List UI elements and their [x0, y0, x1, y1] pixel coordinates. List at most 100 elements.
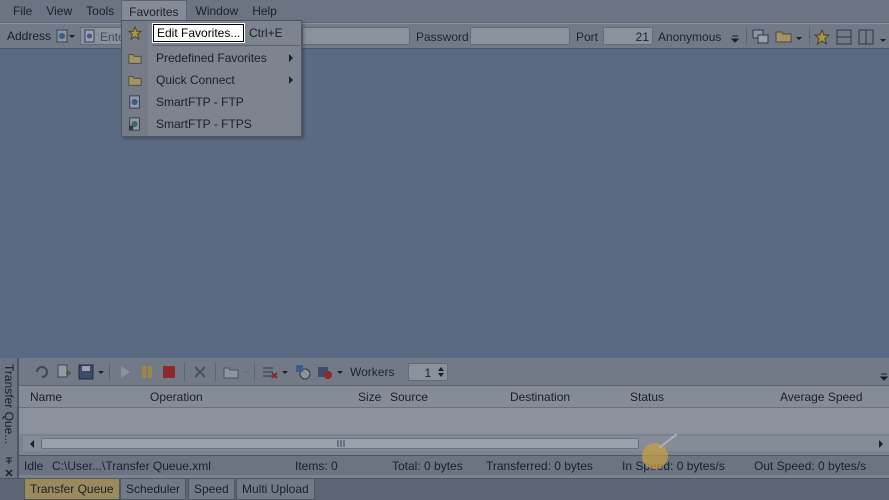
menu-item-label: Quick Connect: [156, 73, 235, 87]
split-vertical-icon[interactable]: [858, 29, 874, 45]
play-icon[interactable]: [117, 364, 133, 380]
workers-stepper[interactable]: 1: [408, 362, 449, 381]
host-input[interactable]: [302, 27, 410, 45]
sidetab-label: Transfer Que...: [2, 364, 16, 445]
password-label: Password: [416, 30, 469, 44]
menu-help[interactable]: Help: [245, 0, 284, 22]
page-icon: [84, 29, 95, 43]
schedule-icon[interactable]: [295, 364, 311, 380]
folder-icon: [128, 54, 142, 64]
chevron-down-icon[interactable]: [879, 36, 887, 44]
chevron-down-icon: [69, 35, 76, 38]
column-header[interactable]: Destination: [510, 390, 570, 404]
toolbar-divider: [184, 362, 185, 381]
chevron-down-icon[interactable]: [242, 368, 250, 376]
delete-icon[interactable]: [192, 364, 208, 380]
column-header[interactable]: Status: [630, 390, 664, 404]
tab-speed[interactable]: Speed: [188, 479, 235, 500]
transfer-queue-panel: Workers 1 Name Operation Size Source Des…: [18, 358, 889, 478]
chevron-down-icon[interactable]: [795, 34, 803, 42]
menu-item-edit-favorites[interactable]: Edit Favorites... Ctrl+E: [122, 22, 301, 44]
column-header[interactable]: Average Speed: [780, 390, 863, 404]
address-label: Address: [7, 29, 52, 43]
chevron-down-icon[interactable]: [281, 368, 289, 376]
password-input[interactable]: [470, 27, 570, 45]
queue-status-bar: Idle C:\User...\Transfer Queue.xml Items…: [19, 455, 889, 475]
menu-view[interactable]: View: [39, 0, 79, 22]
tab-scheduler[interactable]: Scheduler: [120, 479, 187, 500]
menu-item-label: Predefined Favorites: [156, 51, 267, 65]
chevron-down-icon[interactable]: [336, 368, 344, 376]
pause-icon[interactable]: [139, 364, 155, 380]
scroll-left-icon[interactable]: [27, 439, 37, 449]
menu-item-label: SmartFTP - FTP: [156, 95, 244, 109]
port-value: 21: [635, 30, 649, 44]
chevron-down-icon[interactable]: [731, 34, 739, 44]
grip-icon: [337, 440, 345, 447]
stop-icon[interactable]: [161, 364, 177, 380]
menu-divider: [152, 45, 300, 46]
chevron-down-icon[interactable]: [97, 368, 105, 376]
scroll-right-icon[interactable]: [876, 439, 886, 449]
status-items: Items: 0: [295, 459, 338, 473]
toolbar-divider: [254, 362, 255, 381]
port-input[interactable]: 21: [603, 27, 653, 45]
queue-toolbar: Workers 1: [19, 358, 889, 386]
clear-queue-icon[interactable]: [262, 364, 278, 380]
chevron-down-icon[interactable]: [880, 372, 888, 382]
close-icon[interactable]: [4, 468, 14, 478]
status-out-speed: Out Speed: 0 bytes/s: [754, 459, 867, 473]
menu-favorites[interactable]: Favorites: [121, 0, 187, 22]
scrollbar-thumb[interactable]: [41, 438, 639, 449]
watermark-logo-icon: [642, 433, 677, 469]
pin-icon[interactable]: [4, 456, 14, 466]
column-header[interactable]: Name: [30, 390, 62, 404]
workers-label: Workers: [350, 364, 395, 379]
menu-bar: File View Tools Favorites Window Help: [0, 0, 889, 22]
submenu-arrow-icon: [289, 54, 293, 62]
menu-file[interactable]: File: [6, 0, 39, 22]
column-header[interactable]: Operation: [150, 390, 203, 404]
horizontal-scrollbar[interactable]: [23, 436, 889, 451]
folder-open-icon[interactable]: [775, 28, 793, 44]
menu-item-predefined-favorites[interactable]: Predefined Favorites: [122, 47, 301, 69]
folder-icon[interactable]: [223, 364, 239, 380]
anonymous-checkbox-label[interactable]: Anonymous: [658, 30, 721, 44]
tab-multi-upload[interactable]: Multi Upload: [236, 479, 315, 500]
worker-settings-icon[interactable]: [317, 364, 333, 380]
menu-item-label: Edit Favorites...: [153, 24, 245, 42]
status-idle: Idle: [24, 459, 44, 473]
globe-icon: [56, 29, 68, 43]
menu-item-smartftp-ftp[interactable]: SmartFTP - FTP: [122, 91, 301, 113]
add-file-icon[interactable]: [56, 364, 72, 380]
spinner-arrows-icon[interactable]: [437, 365, 445, 379]
menu-item-shortcut: Ctrl+E: [249, 26, 283, 40]
menu-item-quick-connect[interactable]: Quick Connect: [122, 69, 301, 91]
split-horizontal-icon[interactable]: [836, 29, 852, 45]
menu-tools[interactable]: Tools: [79, 0, 121, 22]
submenu-arrow-icon: [289, 76, 293, 84]
server-connect-icon[interactable]: [752, 28, 770, 44]
toolbar-divider: [746, 27, 747, 45]
star-icon: [128, 26, 142, 40]
queue-list[interactable]: [19, 408, 889, 434]
transfer-queue-sidetab[interactable]: Transfer Que...: [0, 358, 18, 478]
menu-item-smartftp-ftps[interactable]: SmartFTP - FTPS: [122, 113, 301, 135]
refresh-icon[interactable]: [34, 364, 50, 380]
column-header[interactable]: Source: [390, 390, 428, 404]
tab-transfer-queue[interactable]: Transfer Queue: [24, 479, 120, 500]
star-icon[interactable]: [814, 29, 830, 45]
protocol-dropdown[interactable]: [56, 29, 76, 43]
column-header[interactable]: Size: [358, 390, 381, 404]
workers-value: 1: [424, 365, 432, 380]
menu-item-label: SmartFTP - FTPS: [156, 117, 252, 131]
queue-header: Name Operation Size Source Destination S…: [19, 386, 889, 408]
status-path: C:\User...\Transfer Queue.xml: [52, 459, 211, 473]
favorites-menu: Edit Favorites... Ctrl+E Predefined Favo…: [121, 20, 302, 137]
address-input[interactable]: Ente: [80, 27, 125, 45]
save-icon[interactable]: [78, 364, 94, 380]
status-transferred: Transferred: 0 bytes: [486, 459, 593, 473]
bottom-tabs: Transfer Queue Scheduler Speed Multi Upl…: [0, 478, 889, 500]
toolbar-divider: [109, 362, 110, 381]
menu-window[interactable]: Window: [189, 0, 246, 22]
